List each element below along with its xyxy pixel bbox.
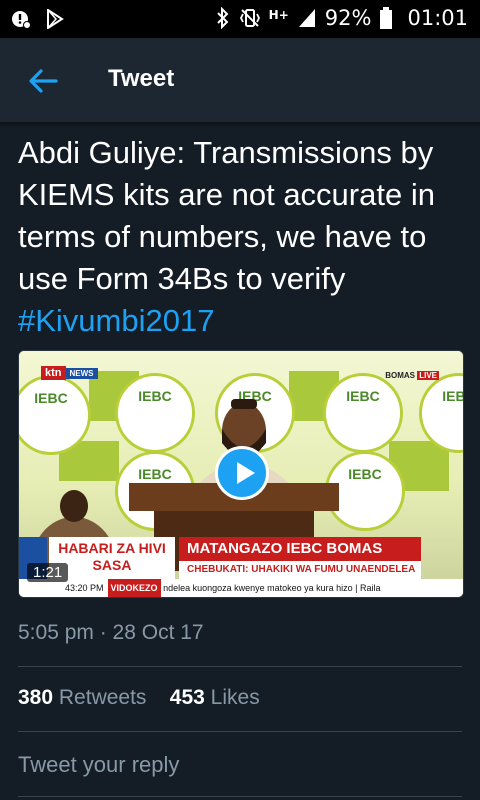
reply-underline xyxy=(18,796,462,797)
hashtag-link[interactable]: #Kivumbi2017 xyxy=(18,300,468,342)
live-label: LIVE xyxy=(417,371,439,380)
vibrate-icon xyxy=(239,9,260,27)
news-ticker: 43:20 PM VIDOKEZO ndelea kuongoza kwenye … xyxy=(19,579,463,597)
ticker-tag: VIDOKEZO xyxy=(107,579,161,597)
tweet-text: Abdi Guliye: Transmissions by KIEMS kits… xyxy=(18,132,468,342)
reply-input[interactable]: Tweet your reply xyxy=(18,752,179,778)
tweet-body: Abdi Guliye: Transmissions by KIEMS kits… xyxy=(18,135,435,296)
retweets-count: 380 xyxy=(18,686,54,709)
network-type: H+ xyxy=(268,8,289,22)
video-thumbnail[interactable]: IEBC IEBC IEBC IEBC IEBC IEBC IEBC ktnNE… xyxy=(18,350,464,598)
likes-label: Likes xyxy=(210,686,260,709)
tweet-timestamp: 5:05 pm · 28 Oct 17 xyxy=(18,621,204,644)
battery-icon xyxy=(380,7,393,29)
play-store-icon xyxy=(47,9,64,29)
channel-name: ktn xyxy=(41,366,66,380)
channel-logo: ktn NEWS xyxy=(41,366,98,380)
bomas-label: BOMAS xyxy=(385,371,415,380)
likes-stat[interactable]: 453 Likes xyxy=(170,686,260,709)
battery-percent: 92% xyxy=(324,6,372,30)
back-arrow-icon[interactable] xyxy=(26,64,60,98)
divider xyxy=(18,731,462,732)
signal-icon xyxy=(298,9,315,27)
news-lower-third: HABARI ZA HIVI SASA MATANGAZO IEBC BOMAS… xyxy=(19,537,463,579)
notification-icon xyxy=(12,11,31,29)
page-title: Tweet xyxy=(108,65,175,92)
retweets-label: Retweets xyxy=(58,686,147,709)
bomas-live-badge: BOMAS LIVE xyxy=(385,371,439,380)
tweet-stats: 380 Retweets 453 Likes xyxy=(18,686,260,710)
app-header: Tweet xyxy=(0,38,480,122)
play-button[interactable] xyxy=(215,446,269,500)
clock: 01:01 xyxy=(407,6,468,30)
status-bar: H+ 92% 01:01 xyxy=(0,0,480,38)
video-duration: 1:21 xyxy=(27,563,69,582)
header-shadow xyxy=(0,122,480,128)
ticker-text: ndelea kuongoza kwenye matokeo ya kura h… xyxy=(163,583,381,593)
iebc-logo: IEBC xyxy=(323,373,403,453)
banner-subtitle: CHEBUKATI: UHAKIKI WA FUMU UNAENDELEA xyxy=(179,561,421,579)
banner-title: MATANGAZO IEBC BOMAS xyxy=(179,537,421,561)
channel-sub: NEWS xyxy=(65,368,98,379)
retweets-stat[interactable]: 380 Retweets xyxy=(18,686,146,709)
likes-count: 453 xyxy=(169,686,205,709)
bluetooth-icon xyxy=(216,7,229,29)
divider xyxy=(18,666,462,667)
